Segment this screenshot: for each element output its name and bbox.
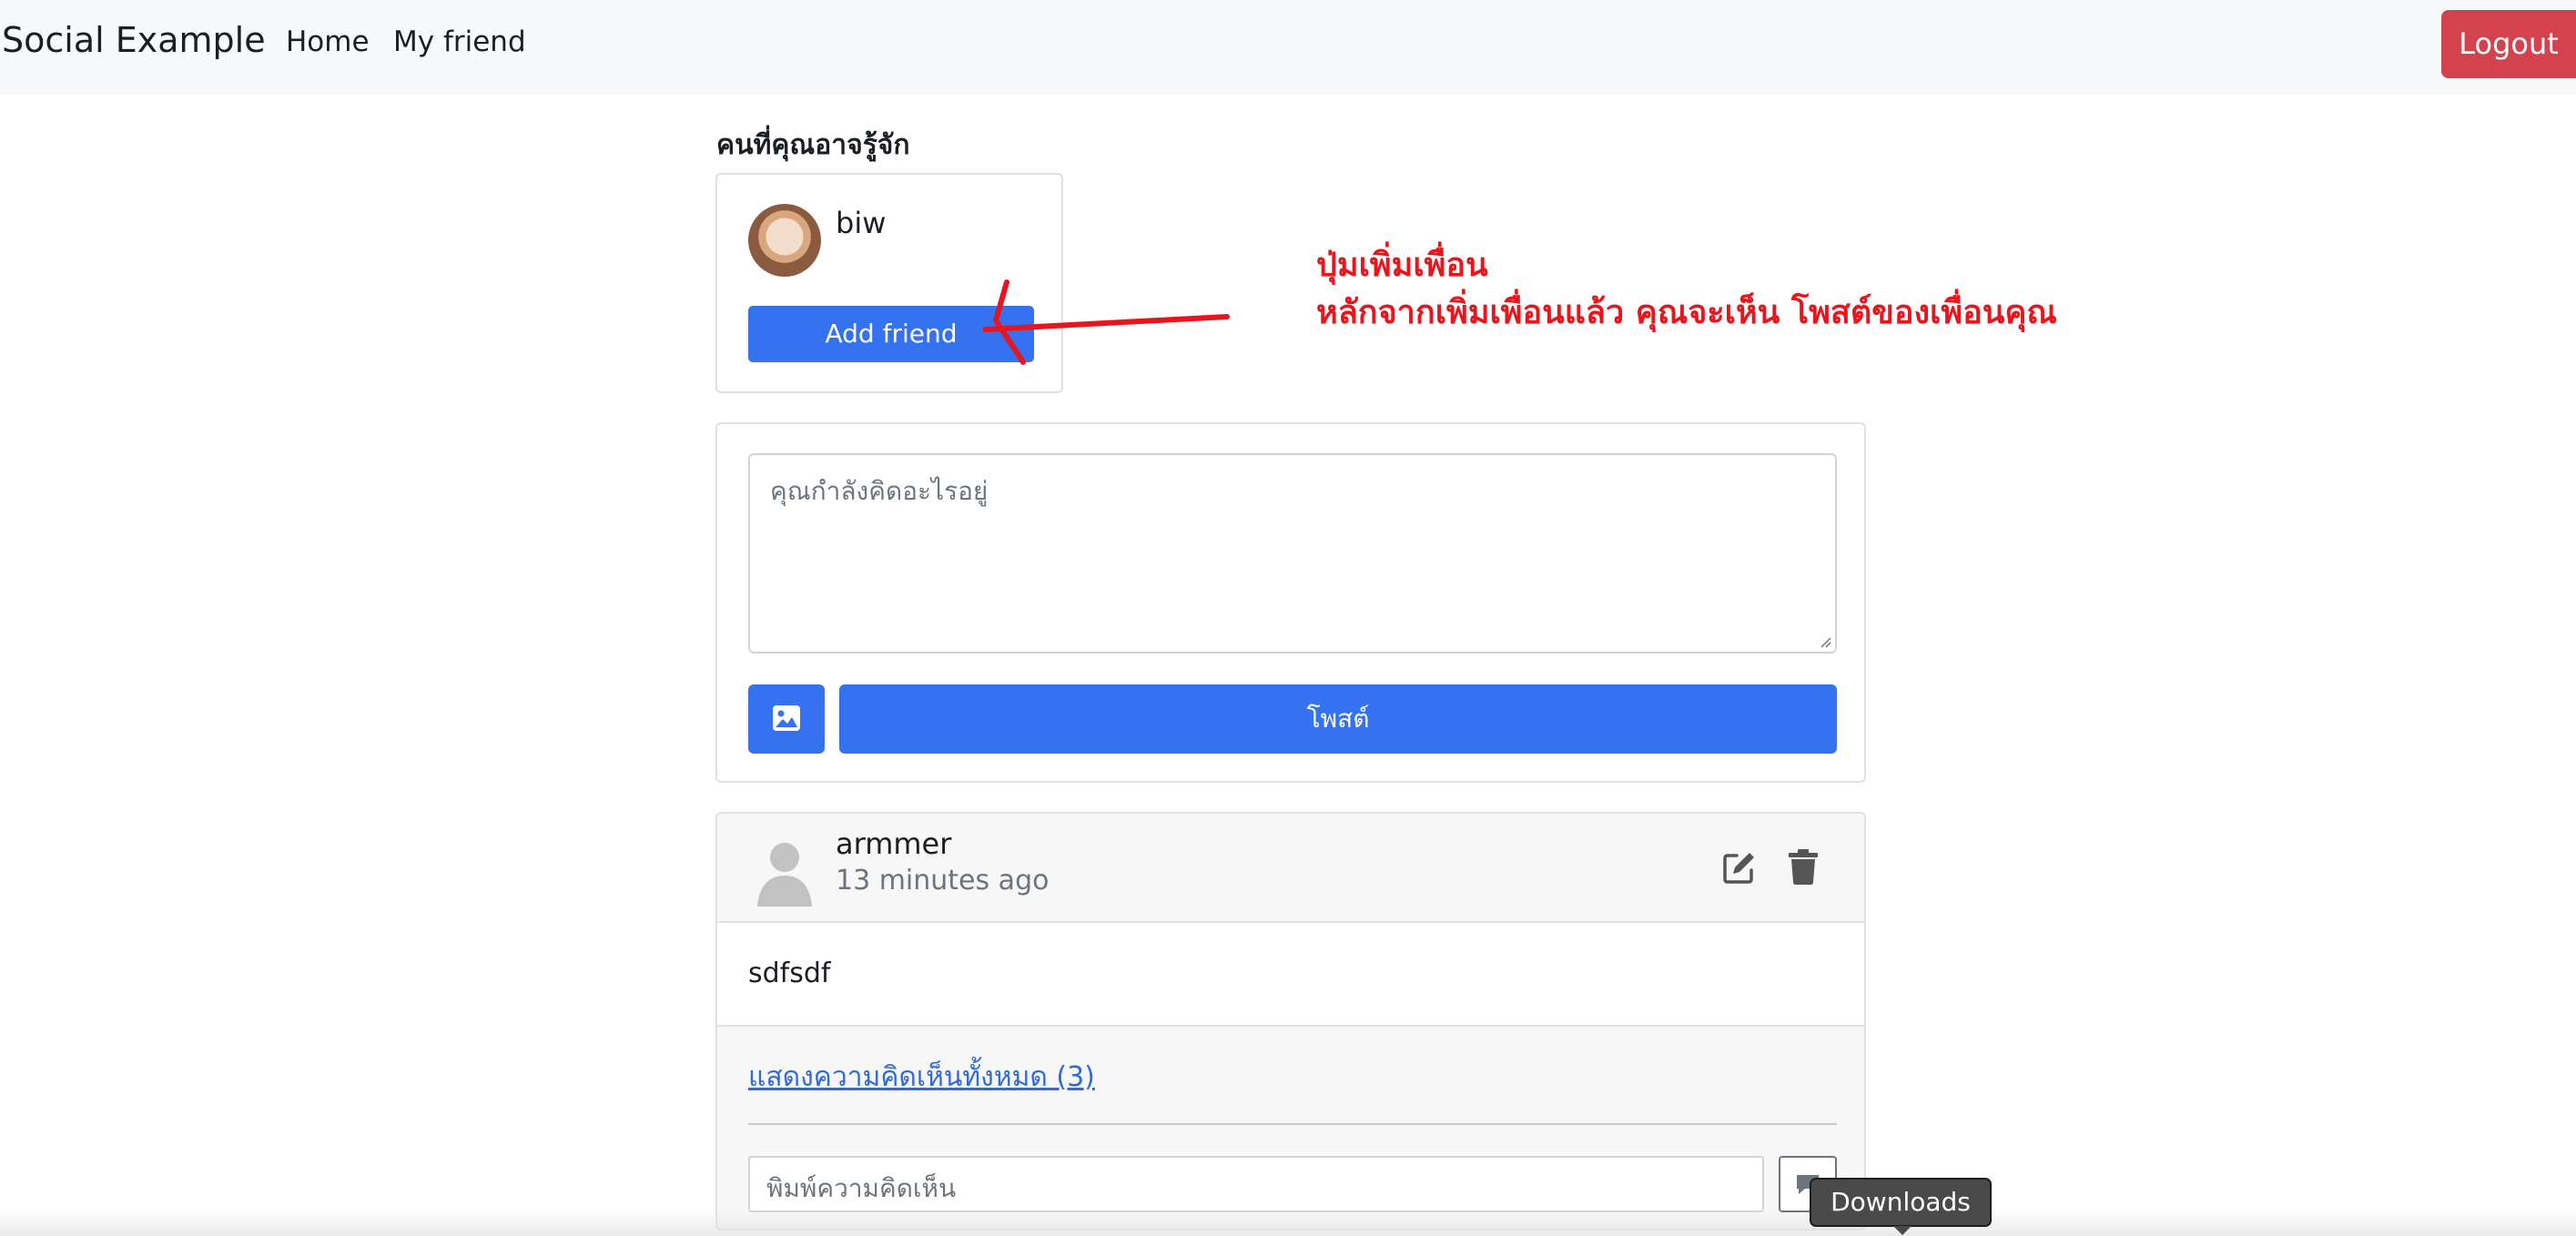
trash-icon[interactable]: [1788, 848, 1819, 885]
comment-input[interactable]: พิมพ์ความคิดเห็น: [748, 1156, 1764, 1212]
post-submit-button[interactable]: โพสต์: [839, 684, 1837, 754]
bottom-fade: [0, 1211, 2576, 1236]
post-body-text: sdfsdf: [748, 957, 831, 989]
comment-input-placeholder: พิมพ์ความคิดเห็น: [766, 1173, 957, 1203]
post-textarea-placeholder: คุณกำลังคิดอะไรอยู่: [770, 476, 989, 506]
friend-name: biw: [836, 206, 887, 240]
annotation-line-2: หลักจากเพิ่มเพื่อนแล้ว คุณจะเห็น โพสต์ขอ…: [1316, 294, 2057, 331]
edit-icon[interactable]: [1722, 850, 1757, 885]
post-author[interactable]: armmer: [836, 826, 951, 861]
post-footer: แสดงความคิดเห็นทั้งหมด (3) พิมพ์ความคิดเ…: [717, 1025, 1864, 1229]
downloads-tooltip: Downloads: [1810, 1178, 1992, 1227]
image-icon: [773, 705, 800, 731]
upload-image-button[interactable]: [748, 684, 825, 754]
annotation-line-1: ปุ่มเพิ่มเพื่อน: [1316, 247, 1488, 284]
post-composer: คุณกำลังคิดอะไรอยู่ โพสต์: [715, 422, 1866, 783]
resize-handle-icon[interactable]: [1819, 635, 1831, 648]
post-card: armmer 13 minutes ago sdfsdf แสดงความคิด…: [715, 812, 1866, 1231]
brand-logo[interactable]: Social Example: [2, 20, 266, 60]
post-timestamp: 13 minutes ago: [836, 865, 1050, 897]
logout-button[interactable]: Logout: [2441, 10, 2576, 78]
show-all-comments-link[interactable]: แสดงความคิดเห็นทั้งหมด (3): [748, 1056, 1095, 1099]
nav-my-friend-link[interactable]: My friend: [393, 25, 526, 58]
post-textarea[interactable]: คุณกำลังคิดอะไรอยู่: [748, 453, 1837, 653]
friend-avatar: [748, 204, 821, 277]
nav-home-link[interactable]: Home: [286, 25, 370, 58]
top-navbar: Social Example Home My friend Logout: [0, 0, 2576, 95]
annotation-arrow-icon: [983, 279, 1230, 365]
annotation-text: ปุ่มเพิ่มเพื่อน หลักจากเพิ่มเพื่อนแล้ว ค…: [1316, 242, 2057, 337]
downloads-tooltip-tail: [1893, 1226, 1912, 1235]
post-header: armmer 13 minutes ago: [717, 814, 1864, 923]
default-avatar-icon: [757, 843, 812, 907]
footer-divider: [748, 1123, 1837, 1125]
people-you-may-know-title: คนที่คุณอาจรู้จัก: [716, 129, 910, 161]
